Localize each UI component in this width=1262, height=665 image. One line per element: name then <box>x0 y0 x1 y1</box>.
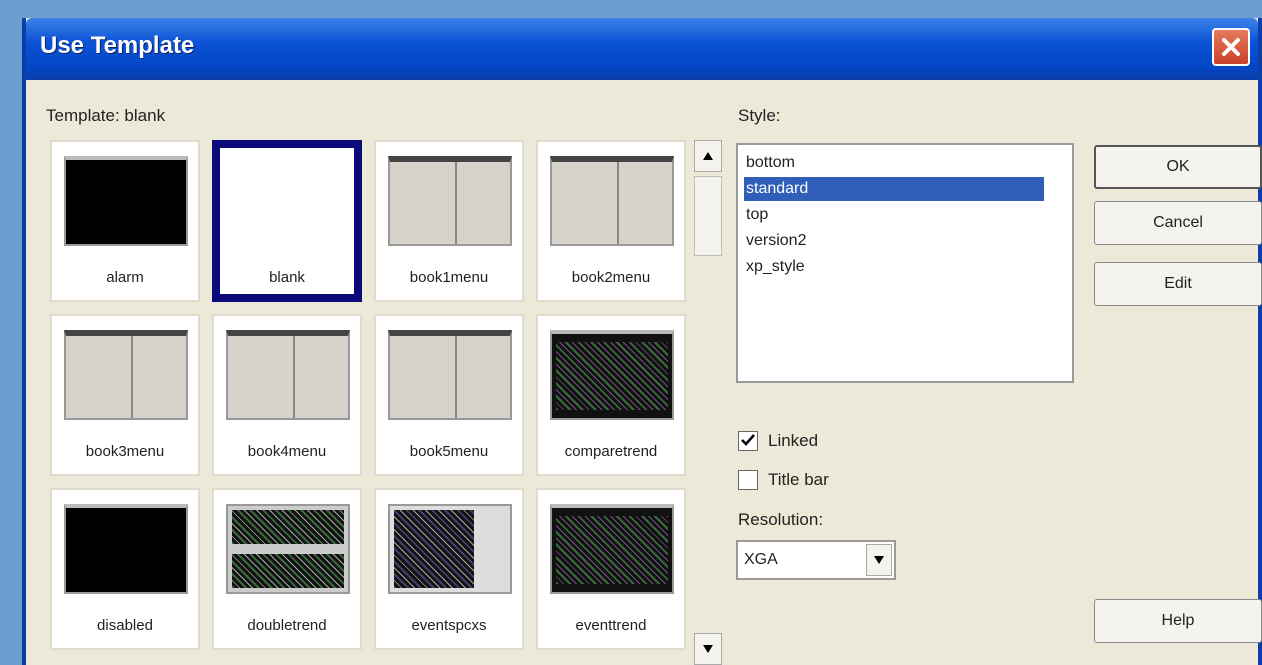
titlebar-checkbox[interactable] <box>738 470 758 490</box>
style-label: Style: <box>738 106 781 125</box>
template-tile[interactable]: book1menu <box>374 140 524 302</box>
style-list-item[interactable]: bottom <box>744 151 1044 175</box>
template-label-text: blank <box>269 269 305 286</box>
scroll-up-button[interactable] <box>694 140 722 172</box>
resolution-value: XGA <box>744 551 778 568</box>
template-tile[interactable]: comparetrend <box>536 314 686 476</box>
template-thumbnail <box>226 330 350 420</box>
template-tile[interactable]: blank <box>212 140 362 302</box>
style-list-item[interactable]: version2 <box>744 229 1044 253</box>
template-label-text: book3menu <box>85 443 165 460</box>
template-label-text: book4menu <box>247 443 327 460</box>
template-tile[interactable]: disabled <box>50 488 200 650</box>
template-label-text: comparetrend <box>564 443 658 460</box>
template-label-text: book1menu <box>409 269 489 286</box>
template-label-text: doubletrend <box>247 617 327 634</box>
template-label-text: eventspcxs <box>411 617 487 634</box>
template-tile[interactable]: book2menu <box>536 140 686 302</box>
template-scrollbar[interactable] <box>694 140 724 665</box>
scroll-down-button[interactable] <box>694 633 722 665</box>
template-tile[interactable]: eventtrend <box>536 488 686 650</box>
template-thumbnail <box>550 504 674 594</box>
ok-button[interactable]: OK <box>1094 145 1262 189</box>
resolution-select[interactable]: XGA <box>736 540 896 580</box>
checkmark-icon <box>741 434 755 446</box>
close-icon <box>1222 38 1240 56</box>
template-label-text: book5menu <box>409 443 489 460</box>
template-thumbnail <box>550 156 674 246</box>
template-tile[interactable]: eventspcxs <box>374 488 524 650</box>
template-label-text: book2menu <box>571 269 651 286</box>
template-thumbnail <box>64 504 188 594</box>
style-list-item[interactable]: top <box>744 203 1044 227</box>
template-thumbnail <box>226 156 350 246</box>
arrow-down-icon <box>703 645 713 653</box>
linked-label: Linked <box>768 431 819 450</box>
resolution-label: Resolution: <box>738 510 824 529</box>
template-thumbnail <box>388 330 512 420</box>
style-listbox[interactable]: bottom standard top version2 xp_style <box>736 143 1074 383</box>
template-thumbnail <box>64 330 188 420</box>
template-tile[interactable]: alarm <box>50 140 200 302</box>
title-bar: Use Template <box>26 18 1258 80</box>
template-thumbnail <box>388 504 512 594</box>
template-label-text: alarm <box>106 269 144 286</box>
dialog-title: Use Template <box>40 32 195 59</box>
edit-button[interactable]: Edit <box>1094 262 1262 306</box>
close-button[interactable] <box>1212 28 1250 66</box>
titlebar-label: Title bar <box>768 470 829 489</box>
chevron-down-icon <box>874 556 884 564</box>
template-label: Template: blank <box>46 106 166 125</box>
style-list-item[interactable]: standard <box>744 177 1044 201</box>
help-button[interactable]: Help <box>1094 599 1262 643</box>
scroll-thumb[interactable] <box>694 176 722 256</box>
style-list-item[interactable]: xp_style <box>744 255 1044 279</box>
template-tile[interactable]: doubletrend <box>212 488 362 650</box>
template-tile[interactable]: book4menu <box>212 314 362 476</box>
linked-checkbox[interactable] <box>738 431 758 451</box>
template-thumbnail <box>226 504 350 594</box>
cancel-button[interactable]: Cancel <box>1094 201 1262 245</box>
template-label-text: disabled <box>97 617 153 634</box>
template-label-text: eventtrend <box>575 617 647 634</box>
dropdown-arrow-button[interactable] <box>866 544 892 576</box>
arrow-up-icon <box>703 152 713 160</box>
template-thumbnail <box>388 156 512 246</box>
template-tile[interactable]: book3menu <box>50 314 200 476</box>
template-thumbnail <box>550 330 674 420</box>
use-template-dialog: Use Template Template: blank Style: alar… <box>22 18 1262 665</box>
template-tile[interactable]: book5menu <box>374 314 524 476</box>
template-thumbnail <box>64 156 188 246</box>
template-grid: alarm blank book1menu book2menu book3menu boo… <box>50 140 690 665</box>
